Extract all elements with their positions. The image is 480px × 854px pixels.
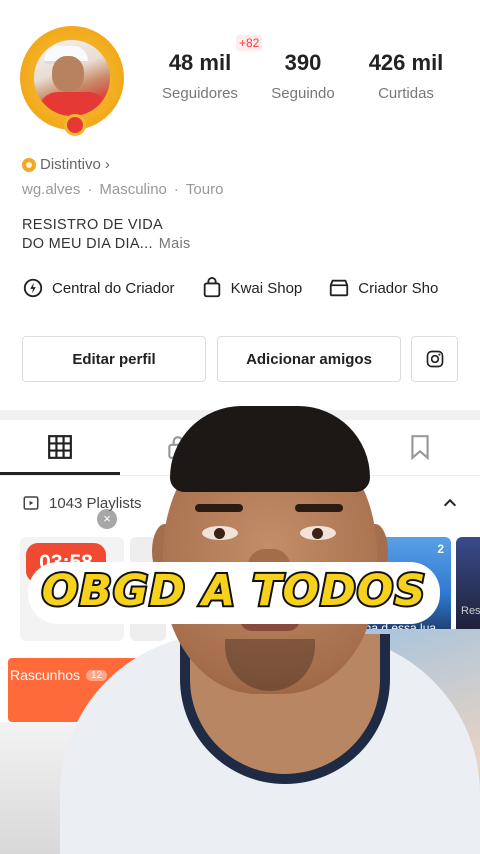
avatar-medal-icon: [64, 114, 86, 136]
overlay-banner-text: OBGD A TODOS: [40, 564, 428, 618]
distintivo-label: Distintivo: [40, 156, 101, 173]
shopping-bag-icon: [203, 277, 220, 298]
following-count: 390: [284, 50, 322, 75]
add-friends-button[interactable]: Adicionar amigos: [217, 336, 401, 382]
following-label: Seguindo: [271, 85, 335, 102]
shortcut-kwai-shop[interactable]: Kwai Shop: [201, 277, 302, 299]
edit-profile-button[interactable]: Editar perfil: [22, 336, 206, 382]
followers-label: Seguidores: [162, 85, 238, 102]
followers-count: 48 mil: [168, 50, 232, 75]
gender: Masculino: [99, 181, 167, 198]
playlist-icon: [23, 496, 39, 510]
zodiac: Touro: [185, 181, 224, 198]
new-followers-badge: +82: [236, 35, 263, 51]
chevron-right-icon: ›: [104, 156, 110, 173]
instagram-icon: [426, 350, 443, 368]
distintivo-link[interactable]: Distintivo ›: [22, 156, 110, 173]
profile-meta: wg.alves · Masculino · Touro: [22, 181, 224, 198]
avatar-photo: [34, 40, 110, 116]
likes-count: 426 mil: [368, 50, 444, 75]
bio-more-link[interactable]: Mais: [159, 236, 191, 252]
instagram-button[interactable]: [411, 336, 458, 382]
likes-label: Curtidas: [378, 85, 434, 102]
profile-avatar[interactable]: [13, 19, 132, 138]
shortcut-creator-center[interactable]: Central do Criador: [22, 277, 175, 299]
store-icon: [330, 279, 349, 297]
badge-icon: [22, 157, 36, 172]
username: wg.alves: [22, 181, 81, 198]
followers-stat[interactable]: 48 mil Seguidores: [156, 50, 244, 102]
creator-shortcuts: Central do Criador Kwai Shop Criador Sho: [22, 277, 438, 299]
following-stat[interactable]: 390 Seguindo: [266, 50, 340, 102]
profile-bio: RESISTRO DE VIDA DO MEU DIA DIA... Mais: [22, 217, 191, 252]
likes-stat[interactable]: 426 mil Curtidas: [362, 50, 450, 102]
creator-center-icon: [23, 278, 43, 298]
shortcut-creator-shop[interactable]: Criador Sho: [328, 277, 438, 299]
